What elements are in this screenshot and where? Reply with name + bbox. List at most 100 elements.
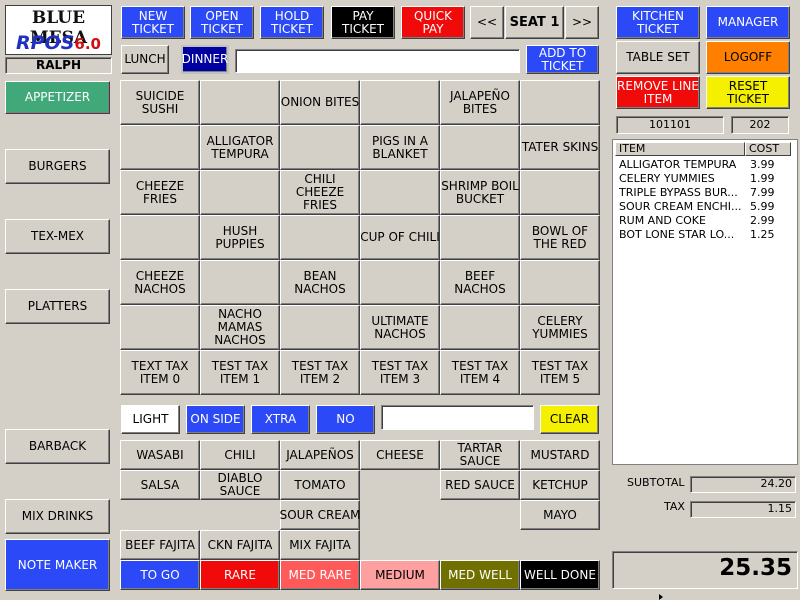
- category-appetizer-button[interactable]: APPETIZER: [5, 81, 110, 114]
- order-item-name: SOUR CREAM ENCHI...: [619, 200, 742, 213]
- modifier-button[interactable]: KETCHUP: [520, 470, 600, 500]
- menu-item-button[interactable]: BEEF NACHOS: [440, 260, 520, 305]
- order-item-name: ALLIGATOR TEMPURA: [619, 158, 737, 171]
- category-platters-button[interactable]: PLATTERS: [5, 289, 110, 324]
- category-barback-button[interactable]: BARBACK: [5, 429, 110, 464]
- order-line-item[interactable]: RUM AND COKE 2.99: [619, 214, 795, 228]
- hold-ticket-button[interactable]: HOLD TICKET: [260, 6, 324, 39]
- order-line-item[interactable]: CELERY YUMMIES 1.99: [619, 172, 795, 186]
- modifier-button[interactable]: SALSA: [120, 470, 200, 500]
- modifier-button[interactable]: MUSTARD: [520, 440, 600, 470]
- order-item-list[interactable]: ITEM COST ALLIGATOR TEMPURA 3.99 CELERY YU…: [612, 139, 798, 465]
- empty-menu-slot: [200, 80, 280, 125]
- menu-item-button[interactable]: TEST TAX ITEM 5: [520, 350, 600, 395]
- item-column-header[interactable]: ITEM: [615, 142, 745, 156]
- menu-item-button[interactable]: SUICIDE SUSHI: [120, 80, 200, 125]
- category-burgers-button[interactable]: BURGERS: [5, 149, 110, 184]
- cook-temp-well-done-button[interactable]: WELL DONE: [520, 560, 600, 590]
- menu-item-button[interactable]: TEST TAX ITEM 1: [200, 350, 280, 395]
- pay-ticket-button[interactable]: PAY TICKET: [331, 6, 395, 39]
- order-item-cost: 1.25: [750, 228, 775, 241]
- menu-item-button[interactable]: BEAN NACHOS: [280, 260, 360, 305]
- order-line-item[interactable]: SOUR CREAM ENCHI... 5.99: [619, 200, 795, 214]
- modifier-button[interactable]: RED SAUCE: [440, 470, 520, 500]
- empty-menu-slot: [120, 215, 200, 260]
- empty-menu-slot: [440, 125, 520, 170]
- order-item-cost: 5.99: [750, 200, 775, 213]
- menu-item-button[interactable]: CHILI CHEEZE FRIES: [280, 170, 360, 215]
- prev-seat-button[interactable]: <<: [470, 6, 504, 39]
- modifier-button[interactable]: CHEESE: [360, 440, 440, 470]
- menu-item-button[interactable]: TEST TAX ITEM 2: [280, 350, 360, 395]
- menu-item-button[interactable]: ULTIMATE NACHOS: [360, 305, 440, 350]
- cook-temp-to-go-button[interactable]: TO GO: [120, 560, 200, 590]
- cost-column-header[interactable]: COST: [745, 142, 791, 156]
- cook-temp-med-well-button[interactable]: MED WELL: [440, 560, 520, 590]
- modifier-button[interactable]: TOMATO: [280, 470, 360, 500]
- menu-item-button[interactable]: BOWL OF THE RED: [520, 215, 600, 260]
- modifier-button[interactable]: BEEF FAJITA: [120, 530, 200, 560]
- empty-menu-slot: [120, 125, 200, 170]
- menu-item-button[interactable]: JALAPEÑO BITES: [440, 80, 520, 125]
- mouse-cursor-icon: [659, 594, 663, 600]
- modifier-button[interactable]: CHILI: [200, 440, 280, 470]
- modifier-button[interactable]: CKN FAJITA: [200, 530, 280, 560]
- menu-item-button[interactable]: NACHO MAMAS NACHOS: [200, 305, 280, 350]
- menu-item-button[interactable]: CUP OF CHILI: [360, 215, 440, 260]
- lunch-button[interactable]: LUNCH: [121, 45, 169, 74]
- menu-item-button[interactable]: SHRIMP BOIL BUCKET: [440, 170, 520, 215]
- xtra-modifier-button[interactable]: XTRA: [251, 405, 310, 434]
- manager-button[interactable]: MANAGER: [706, 6, 790, 39]
- logoff-button[interactable]: LOGOFF: [706, 41, 790, 74]
- modifier-input[interactable]: [381, 405, 534, 430]
- menu-item-button[interactable]: ALLIGATOR TEMPURA: [200, 125, 280, 170]
- dinner-button[interactable]: DINNER: [181, 45, 229, 74]
- category-note-maker-button[interactable]: NOTE MAKER: [5, 539, 110, 591]
- modifier-button[interactable]: MAYO: [520, 500, 600, 530]
- order-line-item[interactable]: BOT LONE STAR LO... 1.25: [619, 228, 795, 242]
- cook-temp-medium-button[interactable]: MEDIUM: [360, 560, 440, 590]
- menu-item-button[interactable]: TEXT TAX ITEM 0: [120, 350, 200, 395]
- menu-item-button[interactable]: CHEEZE FRIES: [120, 170, 200, 215]
- no-modifier-button[interactable]: NO: [316, 405, 375, 434]
- category-tex-mex-button[interactable]: TEX-MEX: [5, 219, 110, 254]
- empty-menu-slot: [520, 80, 600, 125]
- cook-temp-rare-button[interactable]: RARE: [200, 560, 280, 590]
- order-line-item[interactable]: TRIPLE BYPASS BUR... 7.99: [619, 186, 795, 200]
- add-to-ticket-button[interactable]: ADD TO TICKET: [526, 45, 599, 74]
- menu-item-button[interactable]: ONION BITES: [280, 80, 360, 125]
- modifier-button[interactable]: DIABLO SAUCE: [200, 470, 280, 500]
- modifier-button[interactable]: JALAPEÑOS: [280, 440, 360, 470]
- remove-line-item-button[interactable]: REMOVE LINE ITEM: [616, 76, 700, 109]
- menu-item-button[interactable]: CHEEZE NACHOS: [120, 260, 200, 305]
- category-mix-drinks-button[interactable]: MIX DRINKS: [5, 499, 110, 534]
- seat-indicator[interactable]: SEAT 1: [505, 6, 564, 39]
- modifier-button[interactable]: MIX FAJITA: [280, 530, 360, 560]
- empty-menu-slot: [440, 305, 520, 350]
- menu-item-button[interactable]: PIGS IN A BLANKET: [360, 125, 440, 170]
- new-ticket-button[interactable]: NEW TICKET: [121, 6, 185, 39]
- cook-temp-med-rare-button[interactable]: MED RARE: [280, 560, 360, 590]
- item-note-input[interactable]: [235, 49, 520, 73]
- light-modifier-button[interactable]: LIGHT: [121, 405, 180, 434]
- clear-modifier-button[interactable]: CLEAR: [540, 405, 599, 434]
- order-item-name: CELERY YUMMIES: [619, 172, 715, 185]
- kitchen-ticket-button[interactable]: KITCHEN TICKET: [616, 6, 700, 39]
- quick-pay-button[interactable]: QUICK PAY: [401, 6, 465, 39]
- menu-item-button[interactable]: TEST TAX ITEM 3: [360, 350, 440, 395]
- menu-item-button[interactable]: TEST TAX ITEM 4: [440, 350, 520, 395]
- order-line-item[interactable]: ALLIGATOR TEMPURA 3.99: [619, 158, 795, 172]
- table-set-button[interactable]: TABLE SET: [616, 41, 700, 74]
- menu-item-button[interactable]: CELERY YUMMIES: [520, 305, 600, 350]
- modifier-button[interactable]: TARTAR SAUCE: [440, 440, 520, 470]
- open-ticket-button[interactable]: OPEN TICKET: [190, 6, 254, 39]
- order-item-cost: 2.99: [750, 214, 775, 227]
- reset-ticket-button[interactable]: RESET TICKET: [706, 76, 790, 109]
- empty-menu-slot: [440, 215, 520, 260]
- menu-item-button[interactable]: TATER SKINS: [520, 125, 600, 170]
- menu-item-button[interactable]: HUSH PUPPIES: [200, 215, 280, 260]
- next-seat-button[interactable]: >>: [565, 6, 599, 39]
- on-side-modifier-button[interactable]: ON SIDE: [186, 405, 245, 434]
- modifier-button[interactable]: SOUR CREAM: [280, 500, 360, 530]
- modifier-button[interactable]: WASABI: [120, 440, 200, 470]
